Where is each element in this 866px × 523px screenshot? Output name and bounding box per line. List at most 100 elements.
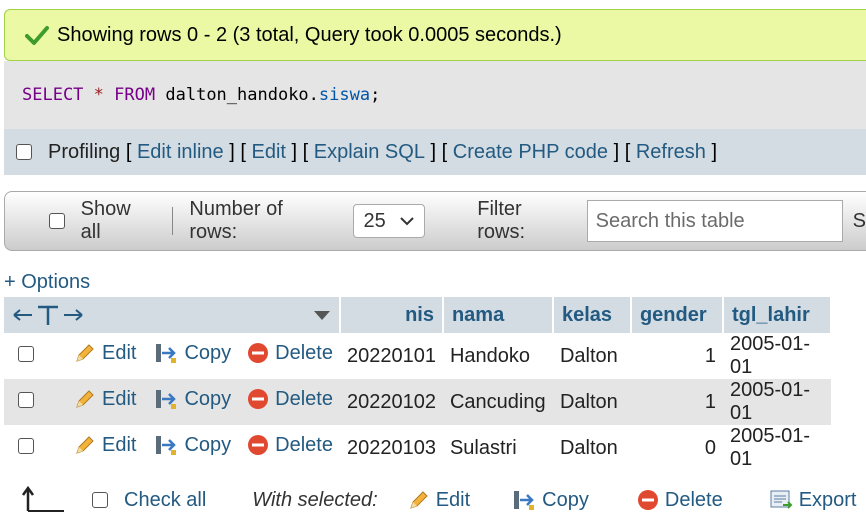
row-edit-cell: Edit: [65, 379, 146, 425]
search-input[interactable]: [586, 200, 843, 242]
row-edit-label: Edit: [102, 433, 137, 456]
bulk-delete-button[interactable]: Delete: [637, 489, 723, 512]
sql-database: dalton_handoko: [165, 85, 309, 105]
row-copy-button[interactable]: Copy: [154, 433, 231, 457]
delete-icon: [637, 490, 658, 510]
row-edit-cell: Edit: [65, 333, 146, 379]
bulk-export-label: Export: [798, 488, 857, 511]
row-delete-label: Delete: [275, 341, 333, 364]
check-all-label[interactable]: Check all: [124, 489, 206, 512]
table-row[interactable]: Edit Copy Delete 20220103 Sulastri Dalto…: [4, 425, 831, 471]
cell-nama: Handoko: [442, 333, 553, 379]
profiling-label: Profiling: [48, 140, 121, 163]
row-delete-cell: Delete: [240, 425, 340, 471]
delete-icon: [248, 343, 269, 364]
column-header-nama[interactable]: nama: [442, 297, 554, 333]
refresh-link[interactable]: Refresh: [636, 141, 706, 164]
bulk-copy-button[interactable]: Copy: [512, 488, 589, 512]
delete-icon: [248, 389, 269, 410]
create-php-code-link[interactable]: Create PHP code: [453, 141, 608, 164]
row-checkbox-cell: [4, 425, 65, 471]
profiling-bar: Profiling [ Edit inline ] [ Edit ] [ Exp…: [4, 129, 866, 175]
column-header-gender[interactable]: gender: [630, 297, 724, 333]
show-all-label: Show all: [80, 198, 131, 243]
row-edit-button[interactable]: Edit: [74, 388, 136, 411]
row-delete-button[interactable]: Delete: [247, 388, 333, 411]
row-checkbox[interactable]: [18, 345, 34, 362]
chevron-down-icon: [400, 217, 414, 226]
delete-icon: [248, 435, 269, 456]
row-checkbox[interactable]: [18, 391, 34, 408]
table-row[interactable]: Edit Copy Delete 20220102 Cancuding Dalt…: [4, 379, 831, 425]
edit-link[interactable]: Edit: [251, 141, 285, 164]
navigation-bar: Show all Number of rows: 25 Filter rows:…: [4, 191, 866, 251]
row-edit-label: Edit: [102, 387, 137, 410]
sql-keyword-from: FROM: [114, 85, 156, 105]
row-copy-button[interactable]: Copy: [154, 387, 231, 411]
column-resize-header[interactable]: [4, 297, 341, 333]
column-arrows-icon[interactable]: [12, 303, 86, 327]
row-copy-label: Copy: [184, 387, 232, 410]
row-copy-label: Copy: [184, 341, 232, 364]
sql-table: siswa: [318, 85, 371, 105]
cell-nama: Sulastri: [442, 425, 553, 471]
row-edit-button[interactable]: Edit: [74, 434, 136, 457]
sql-keyword-select: SELECT: [22, 85, 84, 105]
row-checkbox[interactable]: [18, 437, 34, 454]
cell-nama: Cancuding: [442, 379, 553, 425]
row-copy-cell: Copy: [145, 379, 241, 425]
pencil-icon: [76, 344, 94, 363]
checkmark-icon: [25, 26, 49, 45]
pencil-icon: [76, 390, 94, 409]
separator: [172, 207, 174, 235]
cell-gender: 0: [630, 425, 723, 471]
sql-semicolon: ;: [370, 85, 381, 105]
pencil-icon: [409, 491, 428, 509]
bulk-copy-label: Copy: [542, 488, 589, 511]
copy-icon: [156, 344, 177, 363]
cell-nis: 20220102: [339, 379, 443, 425]
bulk-delete-label: Delete: [664, 488, 723, 511]
pencil-icon: [76, 436, 94, 455]
column-header-nis[interactable]: nis: [339, 297, 444, 333]
cell-tgl-lahir: 2005-01-01: [722, 379, 831, 425]
row-edit-label: Edit: [102, 341, 137, 364]
show-all-checkbox[interactable]: [49, 213, 65, 229]
filter-rows-label: Filter rows:: [477, 198, 526, 243]
cell-tgl-lahir: 2005-01-01: [722, 333, 831, 379]
cell-kelas: Dalton: [552, 333, 631, 379]
cell-kelas: Dalton: [552, 425, 631, 471]
explain-sql-link[interactable]: Explain SQL: [314, 141, 425, 164]
copy-icon: [156, 436, 177, 455]
sql-query[interactable]: SELECT * FROM dalton_handoko. siswa;: [4, 61, 866, 129]
options-link[interactable]: + Options: [4, 271, 90, 294]
rows-select[interactable]: 25: [352, 204, 426, 238]
row-delete-button[interactable]: Delete: [247, 434, 333, 457]
column-header-tgl-lahir[interactable]: tgl_lahir: [722, 297, 832, 333]
export-icon: [770, 490, 793, 509]
row-copy-button[interactable]: Copy: [154, 341, 231, 365]
row-copy-label: Copy: [184, 433, 232, 456]
row-delete-cell: Delete: [240, 333, 340, 379]
bulk-export-button[interactable]: Export: [769, 489, 857, 512]
profiling-checkbox[interactable]: [16, 144, 32, 160]
table-row[interactable]: Edit Copy Delete 20220101 Handoko Dalton…: [4, 333, 831, 379]
rows-label: Number of rows:: [189, 198, 283, 243]
success-text: Showing rows 0 - 2 (3 total, Query took …: [57, 23, 562, 46]
row-delete-label: Delete: [275, 433, 333, 456]
row-edit-button[interactable]: Edit: [74, 342, 136, 365]
check-all-checkbox[interactable]: [92, 492, 108, 508]
success-message: Showing rows 0 - 2 (3 total, Query took …: [4, 9, 866, 61]
bulk-edit-button[interactable]: Edit: [408, 489, 470, 512]
row-delete-label: Delete: [275, 387, 333, 410]
edit-inline-link[interactable]: Edit inline: [137, 141, 224, 164]
column-header-kelas[interactable]: kelas: [552, 297, 632, 333]
row-delete-button[interactable]: Delete: [247, 342, 333, 365]
cell-gender: 1: [630, 379, 723, 425]
cell-gender: 1: [630, 333, 723, 379]
row-checkbox-cell: [4, 379, 65, 425]
row-delete-cell: Delete: [240, 379, 340, 425]
sort-dropdown-icon[interactable]: [313, 309, 331, 321]
cell-nis: 20220101: [339, 333, 443, 379]
cell-kelas: Dalton: [552, 379, 631, 425]
